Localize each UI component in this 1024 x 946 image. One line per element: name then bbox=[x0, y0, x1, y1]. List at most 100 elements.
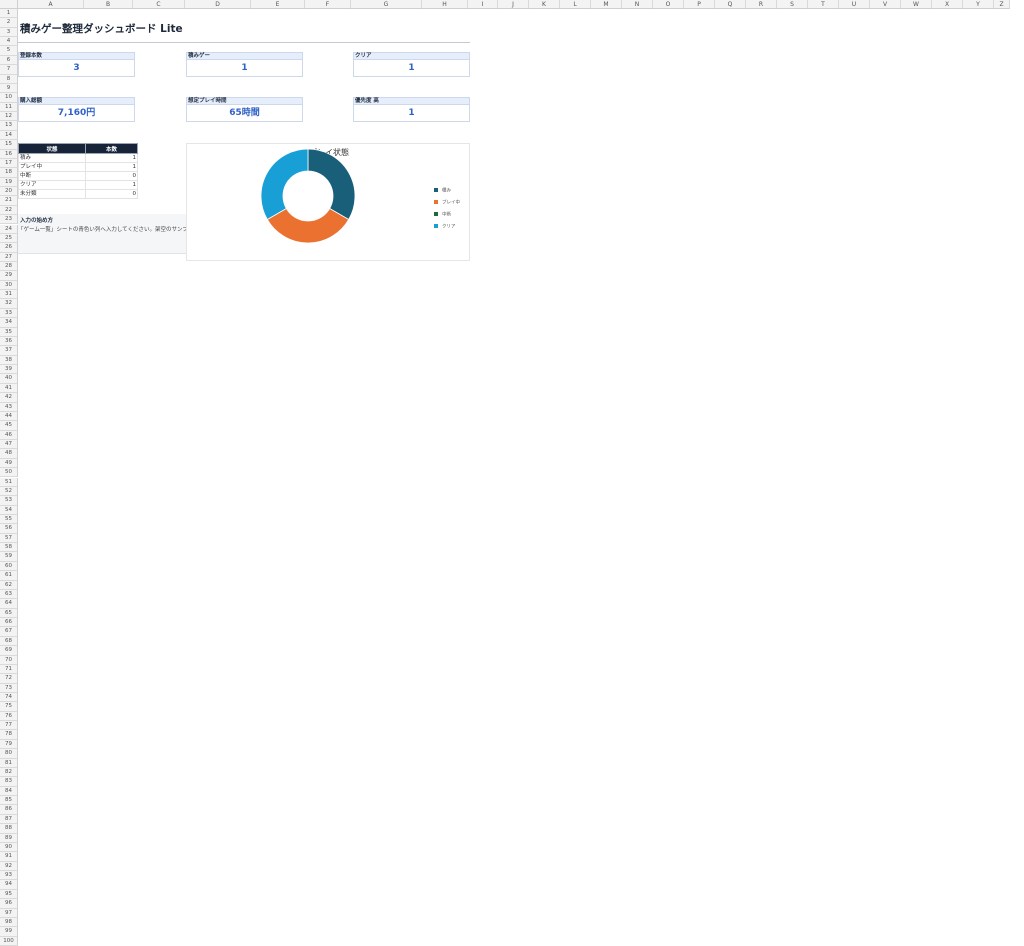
status-cell[interactable]: 未分類 bbox=[18, 189, 86, 199]
row-header[interactable]: 41 bbox=[0, 383, 18, 394]
count-cell[interactable]: 1 bbox=[85, 153, 138, 163]
status-cell[interactable]: 中断 bbox=[18, 171, 86, 181]
table-header-count[interactable]: 本数 bbox=[85, 143, 138, 154]
row-header[interactable]: 8 bbox=[0, 74, 18, 84]
row-header[interactable]: 92 bbox=[0, 861, 18, 872]
row-header[interactable]: 4 bbox=[0, 37, 18, 47]
row-header[interactable]: 62 bbox=[0, 580, 18, 590]
row-header[interactable]: 60 bbox=[0, 561, 18, 572]
row-header[interactable]: 12 bbox=[0, 112, 18, 122]
row-header[interactable]: 18 bbox=[0, 168, 18, 178]
row-header[interactable]: 43 bbox=[0, 402, 18, 412]
row-header[interactable]: 74 bbox=[0, 693, 18, 703]
legend-item[interactable]: プレイ中 bbox=[434, 200, 460, 206]
row-header[interactable]: 48 bbox=[0, 449, 18, 459]
donut-slice[interactable] bbox=[307, 148, 356, 221]
row-header[interactable]: 88 bbox=[0, 824, 18, 834]
table-header-status[interactable]: 状態 bbox=[18, 143, 86, 154]
column-header[interactable]: Z bbox=[994, 0, 1010, 9]
row-header[interactable]: 47 bbox=[0, 440, 18, 450]
row-header[interactable]: 77 bbox=[0, 721, 18, 731]
row-header[interactable]: 38 bbox=[0, 355, 18, 366]
status-cell[interactable]: プレイ中 bbox=[18, 162, 86, 172]
kpi-value[interactable]: 1 bbox=[186, 60, 303, 77]
row-header[interactable]: 17 bbox=[0, 158, 18, 169]
row-header[interactable]: 37 bbox=[0, 346, 18, 356]
row-header[interactable]: 87 bbox=[0, 814, 18, 825]
row-header[interactable]: 7 bbox=[0, 65, 18, 75]
row-header[interactable]: 34 bbox=[0, 318, 18, 328]
row-header[interactable]: 80 bbox=[0, 749, 18, 759]
column-header[interactable]: N bbox=[622, 0, 653, 9]
column-header[interactable]: S bbox=[777, 0, 808, 9]
row-header[interactable]: 63 bbox=[0, 589, 18, 600]
column-header[interactable]: R bbox=[746, 0, 777, 9]
row-header[interactable]: 39 bbox=[0, 365, 18, 375]
row-header[interactable]: 76 bbox=[0, 711, 18, 722]
select-all-corner[interactable] bbox=[0, 0, 18, 9]
status-cell[interactable]: 積み bbox=[18, 153, 86, 163]
row-header[interactable]: 27 bbox=[0, 252, 18, 262]
column-header[interactable]: W bbox=[901, 0, 932, 9]
row-header[interactable]: 1 bbox=[0, 9, 18, 19]
row-header[interactable]: 91 bbox=[0, 852, 18, 862]
row-header[interactable]: 97 bbox=[0, 908, 18, 918]
column-header[interactable]: B bbox=[84, 0, 133, 9]
row-header[interactable]: 83 bbox=[0, 777, 18, 787]
row-header[interactable]: 44 bbox=[0, 411, 18, 422]
row-header[interactable]: 23 bbox=[0, 215, 18, 225]
column-header[interactable]: P bbox=[684, 0, 715, 9]
row-header[interactable]: 52 bbox=[0, 486, 18, 497]
row-header[interactable]: 42 bbox=[0, 393, 18, 403]
row-header[interactable]: 59 bbox=[0, 552, 18, 562]
count-cell[interactable]: 1 bbox=[85, 162, 138, 172]
column-header[interactable]: J bbox=[498, 0, 529, 9]
row-header[interactable]: 99 bbox=[0, 927, 18, 937]
row-header[interactable]: 58 bbox=[0, 543, 18, 553]
donut-slice[interactable] bbox=[260, 148, 309, 221]
row-header[interactable]: 61 bbox=[0, 571, 18, 581]
row-header[interactable]: 40 bbox=[0, 374, 18, 384]
row-header[interactable]: 53 bbox=[0, 496, 18, 506]
row-header[interactable]: 46 bbox=[0, 430, 18, 440]
column-header[interactable]: D bbox=[185, 0, 251, 9]
column-header[interactable]: H bbox=[422, 0, 468, 9]
row-header[interactable]: 68 bbox=[0, 636, 18, 647]
column-header[interactable]: I bbox=[468, 0, 498, 9]
row-header[interactable]: 32 bbox=[0, 299, 18, 309]
row-header[interactable]: 33 bbox=[0, 308, 18, 319]
row-header[interactable]: 85 bbox=[0, 796, 18, 806]
row-header[interactable]: 5 bbox=[0, 46, 18, 56]
row-header[interactable]: 96 bbox=[0, 899, 18, 909]
kpi-value[interactable]: 1 bbox=[353, 60, 470, 77]
column-header[interactable]: O bbox=[653, 0, 684, 9]
column-header[interactable]: Y bbox=[963, 0, 994, 9]
column-header[interactable]: L bbox=[560, 0, 591, 9]
column-header[interactable]: K bbox=[529, 0, 560, 9]
row-header[interactable]: 75 bbox=[0, 702, 18, 712]
kpi-value[interactable]: 1 bbox=[353, 105, 470, 122]
column-header[interactable]: C bbox=[133, 0, 185, 9]
row-header[interactable]: 64 bbox=[0, 599, 18, 609]
row-header[interactable]: 73 bbox=[0, 683, 18, 693]
column-header[interactable]: A bbox=[18, 0, 84, 9]
row-header[interactable]: 3 bbox=[0, 27, 18, 38]
row-header[interactable]: 93 bbox=[0, 871, 18, 881]
row-header[interactable]: 14 bbox=[0, 130, 18, 141]
row-header[interactable]: 82 bbox=[0, 767, 18, 778]
kpi-value[interactable]: 3 bbox=[18, 60, 135, 77]
row-header[interactable]: 35 bbox=[0, 327, 18, 337]
row-header[interactable]: 55 bbox=[0, 514, 18, 525]
row-header[interactable]: 57 bbox=[0, 533, 18, 544]
row-header[interactable]: 28 bbox=[0, 261, 18, 272]
row-header[interactable]: 10 bbox=[0, 93, 18, 103]
row-header[interactable]: 13 bbox=[0, 121, 18, 131]
row-header[interactable]: 21 bbox=[0, 196, 18, 206]
column-header[interactable]: E bbox=[251, 0, 305, 9]
row-header[interactable]: 95 bbox=[0, 889, 18, 900]
row-header[interactable]: 36 bbox=[0, 336, 18, 347]
row-header[interactable]: 66 bbox=[0, 618, 18, 628]
legend-item[interactable]: クリア bbox=[434, 224, 456, 230]
column-header[interactable]: U bbox=[839, 0, 870, 9]
row-header[interactable]: 30 bbox=[0, 280, 18, 291]
